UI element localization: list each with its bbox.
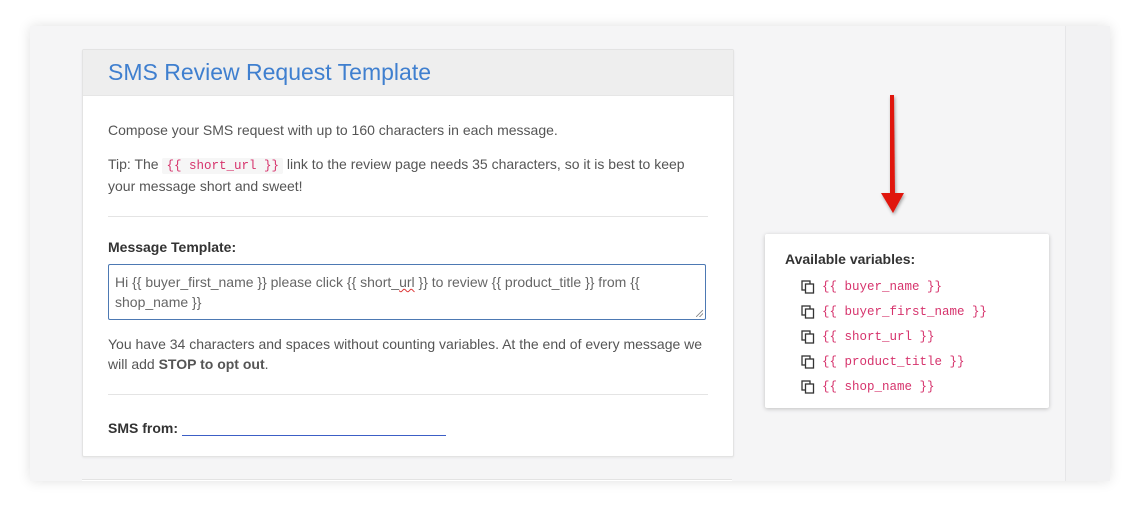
variable-item-buyer-name[interactable]: {{ buyer_name }} <box>801 274 987 299</box>
app-frame: SMS Review Request Template Compose your… <box>30 26 1110 481</box>
copy-icon[interactable] <box>801 329 815 344</box>
resize-handle-icon[interactable] <box>696 310 703 317</box>
copy-icon[interactable] <box>801 354 815 369</box>
scroll-gutter <box>1065 26 1110 481</box>
tip-variable: {{ short_url }} <box>162 158 283 174</box>
variable-label: {{ buyer_name }} <box>822 279 943 294</box>
next-panel-edge <box>82 479 732 481</box>
variables-list: {{ buyer_name }} {{ buyer_first_name }} … <box>801 274 987 399</box>
variable-item-buyer-first-name[interactable]: {{ buyer_first_name }} <box>801 299 987 324</box>
character-count-text: You have 34 characters and spaces withou… <box>108 320 708 374</box>
count-end: . <box>264 356 269 372</box>
panel-header: SMS Review Request Template <box>83 50 733 96</box>
sms-from-label: SMS from: <box>108 420 178 436</box>
variable-item-product-title[interactable]: {{ product_title }} <box>801 349 987 374</box>
sms-template-panel: SMS Review Request Template Compose your… <box>82 49 734 457</box>
template-text-misspelled: url <box>399 274 415 290</box>
sms-from-row: SMS from: <box>108 415 708 436</box>
tip-text: Tip: The {{ short_url }} link to the rev… <box>108 140 708 196</box>
available-variables-title: Available variables: <box>785 251 916 267</box>
available-variables-card: Available variables: {{ buyer_name }} {{… <box>765 234 1049 408</box>
template-text-pre: Hi {{ buyer_first_name }} please click {… <box>115 274 400 290</box>
divider <box>108 216 708 217</box>
intro-text: Compose your SMS request with up to 160 … <box>108 122 558 138</box>
message-template-textarea[interactable]: Hi {{ buyer_first_name }} please click {… <box>108 264 706 320</box>
variable-label: {{ shop_name }} <box>822 379 935 394</box>
tip-prefix: Tip: The <box>108 156 163 172</box>
panel-body: Compose your SMS request with up to 160 … <box>83 96 733 436</box>
message-template-label: Message Template: <box>108 239 237 255</box>
copy-icon[interactable] <box>801 379 815 394</box>
stop-opt-out-text: STOP to opt out <box>158 356 265 372</box>
variable-label: {{ buyer_first_name }} <box>822 304 988 319</box>
red-arrow-annotation-icon <box>881 95 904 213</box>
divider <box>108 394 708 395</box>
variable-label: {{ product_title }} <box>822 354 965 369</box>
copy-icon[interactable] <box>801 279 815 294</box>
variable-label: {{ short_url }} <box>822 329 935 344</box>
variable-item-shop-name[interactable]: {{ shop_name }} <box>801 374 987 399</box>
variable-item-short-url[interactable]: {{ short_url }} <box>801 324 987 349</box>
page-title: SMS Review Request Template <box>108 59 431 85</box>
copy-icon[interactable] <box>801 304 815 319</box>
sms-from-input[interactable] <box>182 415 446 436</box>
